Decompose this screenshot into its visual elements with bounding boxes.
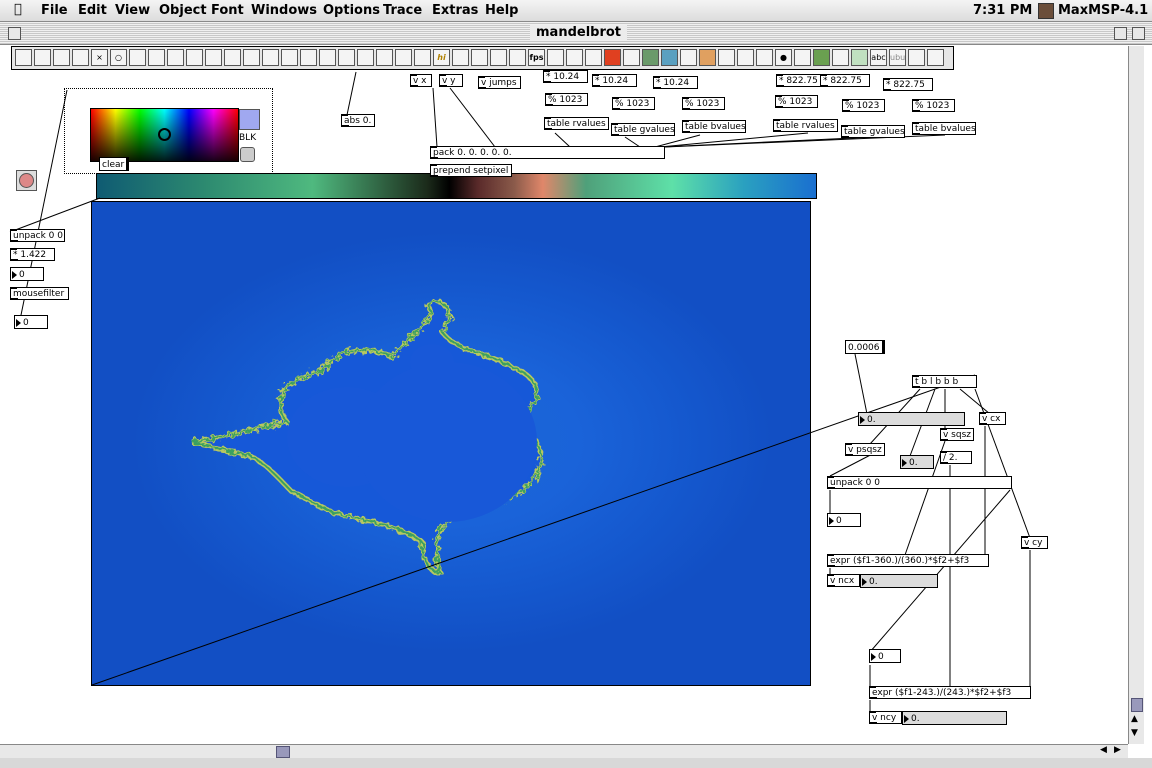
horizontal-scroll-thumb[interactable] <box>276 746 290 758</box>
mul-1-422-object[interactable]: * 1.422 <box>10 248 55 261</box>
v-x-object[interactable]: v x <box>410 74 432 87</box>
table-rvalues-object[interactable]: table rvalues <box>544 117 609 130</box>
v-ncy-object[interactable]: v ncy <box>869 711 902 724</box>
mod-1023-object[interactable]: % 1023 <box>612 97 655 110</box>
table-gvalues-object[interactable]: table gvalues <box>841 125 905 138</box>
msg-0-0006[interactable]: 0.0006 <box>845 340 885 354</box>
mod-1023-object[interactable]: % 1023 <box>842 99 885 112</box>
v-psqsz-object[interactable]: v psqsz <box>845 443 885 456</box>
vertical-scroll-thumb[interactable] <box>1131 698 1143 712</box>
scroll-left-icon[interactable]: ◀ <box>1100 745 1107 755</box>
float-box[interactable]: 0. <box>902 711 1007 725</box>
unpack-object[interactable]: unpack 0 0 <box>10 229 65 242</box>
float-box[interactable]: 0. <box>858 412 965 426</box>
number-box[interactable]: 0 <box>14 315 48 329</box>
window-bottom-edge <box>0 758 1152 768</box>
table-gvalues-object[interactable]: table gvalues <box>611 123 675 136</box>
expr-x-object[interactable]: expr ($f1-360.)/(360.)*$f2+$f3 <box>827 554 989 567</box>
prepend-setpixel-object[interactable]: prepend setpixel <box>430 164 512 177</box>
mul-10-24-object[interactable]: * 10.24 <box>543 70 588 83</box>
mod-1023-object[interactable]: % 1023 <box>545 93 588 106</box>
patch-cords <box>9 71 1031 713</box>
mod-1023-object[interactable]: % 1023 <box>775 95 818 108</box>
v-cx-object[interactable]: v cx <box>979 412 1006 425</box>
trigger-object[interactable]: t b l b b b <box>912 375 977 388</box>
pack-object[interactable]: pack 0. 0. 0. 0. 0. <box>430 146 665 159</box>
unpack-object[interactable]: unpack 0 0 <box>827 476 1012 489</box>
mul-10-24-object[interactable]: * 10.24 <box>592 74 637 87</box>
mul-822-75-object[interactable]: * 822.75 <box>820 74 870 87</box>
mousefilter-object[interactable]: mousefilter <box>10 287 69 300</box>
horizontal-scrollbar[interactable]: ◀ ▶ <box>0 744 1128 759</box>
mod-1023-object[interactable]: % 1023 <box>682 97 725 110</box>
number-box[interactable]: 0 <box>827 513 861 527</box>
float-box[interactable]: 0. <box>860 574 938 588</box>
mul-10-24-object[interactable]: * 10.24 <box>653 76 698 89</box>
v-y-object[interactable]: v y <box>439 74 463 87</box>
table-rvalues-object[interactable]: table rvalues <box>773 119 838 132</box>
mul-822-75-object[interactable]: * 822.75 <box>883 78 933 91</box>
v-ncx-object[interactable]: v ncx <box>827 574 860 587</box>
v-jumps-object[interactable]: v jumps <box>478 76 521 89</box>
expr-y-object[interactable]: expr ($f1-243.)/(243.)*$f2+$f3 <box>869 686 1031 699</box>
vertical-scrollbar[interactable]: ▲ ▼ <box>1128 46 1144 744</box>
float-box[interactable]: 0. <box>900 455 934 469</box>
v-cy-object[interactable]: v cy <box>1021 536 1048 549</box>
mod-1023-object[interactable]: % 1023 <box>912 99 955 112</box>
table-bvalues-object[interactable]: table bvalues <box>912 122 976 135</box>
v-sqsz-object[interactable]: v sqsz <box>940 428 974 441</box>
table-bvalues-object[interactable]: table bvalues <box>682 120 746 133</box>
abs-object[interactable]: abs 0. <box>341 114 375 127</box>
div-2-object[interactable]: / 2. <box>940 451 972 464</box>
mul-822-75-object[interactable]: * 822.75 <box>776 74 821 87</box>
scroll-down-icon[interactable]: ▼ <box>1131 728 1138 738</box>
scroll-up-icon[interactable]: ▲ <box>1131 714 1138 724</box>
scroll-right-icon[interactable]: ▶ <box>1114 745 1121 755</box>
number-box[interactable]: 0 <box>869 649 901 663</box>
number-box[interactable]: 0 <box>10 267 44 281</box>
